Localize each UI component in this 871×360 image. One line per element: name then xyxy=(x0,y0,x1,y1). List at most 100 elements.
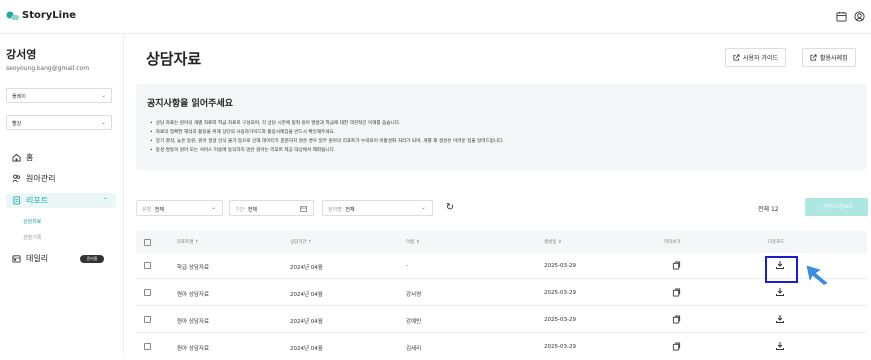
notice-item: 장기 결석, 늦은 등원, 원아 얼굴 인식 불가 등으로 인해 데이터가 충분… xyxy=(150,137,504,146)
cell-name: 강서영 xyxy=(406,292,422,298)
preview-icon[interactable] xyxy=(672,342,681,351)
sort-icon: ⇕ xyxy=(415,240,420,245)
nav-report-label: 리포트 xyxy=(26,196,49,205)
download-icon: ⤓ xyxy=(819,204,823,210)
nav-daily-label: 데일리 xyxy=(26,254,49,263)
row-checkbox[interactable] xyxy=(144,289,151,296)
calendar-icon[interactable] xyxy=(836,11,847,22)
people-icon xyxy=(12,174,21,183)
refresh-icon[interactable]: ↻ xyxy=(442,200,458,216)
cell-created: 2025-03-29 xyxy=(544,344,576,350)
cell-period: 2024년 04월 xyxy=(290,292,323,298)
class-select[interactable]: 플레이 ⌄ xyxy=(6,88,112,103)
download-icon[interactable] xyxy=(775,314,785,324)
period-filter[interactable]: 기간 전체 xyxy=(229,200,314,216)
table-header: 리포트명 ↑ 상담기간 ↑ 이름 ⇕ 생성일 ⇕ 미리보기 다운로드 xyxy=(136,231,867,253)
header-preview: 미리보기 xyxy=(664,240,681,245)
user-name: 강서영 xyxy=(6,48,37,61)
cell-type: 원아 상담자료 xyxy=(177,292,210,298)
download-selected-button[interactable]: ⤓ 선택 다운로드 xyxy=(805,198,868,216)
download-highlight xyxy=(765,256,798,283)
sub-nav-consult[interactable]: 상담자료 xyxy=(23,218,41,225)
notice-box: 공지사항을 읽어주세요 상담 자료는 원아의 개별 자료와 학급 자료로 구성되… xyxy=(136,84,867,170)
cell-name: - xyxy=(406,263,408,269)
user-guide-button[interactable]: 사용자 가이드 xyxy=(725,48,787,67)
select-all-checkbox[interactable] xyxy=(144,239,151,246)
top-bar: StoryLine xyxy=(0,0,871,34)
chevron-up-icon: ⌃ xyxy=(102,197,108,204)
type-filter-value: 전체 xyxy=(154,207,164,213)
class-select-value: 플레이 xyxy=(12,94,26,100)
usecase-label: 활용사례집 xyxy=(820,55,848,62)
preview-icon[interactable] xyxy=(672,261,681,270)
notice-item: 자료의 정확한 해석과 활용을 위해 상단의 사용자가이드와 활용사례집을 반드… xyxy=(150,128,504,137)
cell-created: 2025-03-29 xyxy=(544,290,576,296)
child-filter-label: 원아명 xyxy=(328,207,342,213)
logo-icon xyxy=(6,11,19,20)
download-selected-label: 선택 다운로드 xyxy=(823,204,853,210)
chevron-down-icon: ⌄ xyxy=(100,92,106,99)
nav-children-label: 원아관리 xyxy=(26,174,56,183)
main-content: 상담자료 사용자 가이드 활용사례집 공지사항을 읽어주세요 상담 자료는 원아… xyxy=(125,34,871,357)
cell-period: 2024년 04월 xyxy=(290,265,323,271)
download-icon[interactable] xyxy=(775,341,785,351)
account-icon[interactable] xyxy=(854,11,865,22)
table-row: 원아 상담자료 2024년 04월 강서영 2025-03-29 xyxy=(136,280,867,306)
period-filter-label: 기간 xyxy=(235,207,245,213)
cell-type: 학급 상담자료 xyxy=(177,265,210,271)
nav-home[interactable]: 홈 xyxy=(6,150,116,165)
nav-report[interactable]: 리포트 ⌃ xyxy=(6,193,116,208)
header-period[interactable]: 상담기간 ↑ xyxy=(290,239,312,245)
child-filter[interactable]: 원아명 전체 ⌄ xyxy=(322,200,433,216)
document-icon xyxy=(13,196,21,205)
type-filter-label: 유형 xyxy=(142,207,152,213)
table-row: 원아 상담자료 2024년 04월 강예빈 2025-03-29 xyxy=(136,307,867,333)
external-link-icon xyxy=(810,54,817,61)
table-row: 학급 상담자료 2024년 04월 - 2025-03-29 xyxy=(136,253,867,279)
notice-list: 상담 자료는 원아의 개별 자료와 학급 자료로 구성되며, 각 상담 시즌에 … xyxy=(150,119,504,155)
preview-icon[interactable] xyxy=(672,288,681,297)
usecase-button[interactable]: 활용사례집 xyxy=(802,48,856,67)
logo[interactable]: StoryLine xyxy=(6,10,76,21)
user-email: seoyoung.kang@gmail.com xyxy=(6,65,90,72)
nav-home-label: 홈 xyxy=(26,153,34,162)
sort-icon: ↑ xyxy=(195,240,199,245)
sort-icon: ⇕ xyxy=(557,240,562,245)
daily-badge: 준비중 xyxy=(80,255,104,263)
cell-created: 2025-03-29 xyxy=(544,317,576,323)
page-title: 상담자료 xyxy=(146,50,202,68)
download-icon[interactable] xyxy=(775,287,785,297)
header-download: 다운로드 xyxy=(768,240,785,245)
header-report-type[interactable]: 리포트명 ↑ xyxy=(177,239,199,245)
external-link-icon xyxy=(733,54,740,61)
child-filter-value: 전체 xyxy=(345,207,355,213)
group-select[interactable]: 빨강 ⌄ xyxy=(6,115,112,130)
sort-icon: ↑ xyxy=(308,240,312,245)
row-checkbox[interactable] xyxy=(144,343,151,350)
notice-item: 상담 자료는 원아의 개별 자료와 학급 자료로 구성되며, 각 상담 시즌에 … xyxy=(150,119,504,128)
logo-text: StoryLine xyxy=(22,10,77,21)
cell-created: 2025-03-29 xyxy=(544,263,576,269)
nav-children[interactable]: 원아관리 xyxy=(6,171,116,186)
home-icon xyxy=(12,153,21,162)
cell-period: 2024년 04월 xyxy=(290,346,323,352)
chevron-down-icon: ⌄ xyxy=(210,204,216,211)
preview-icon[interactable] xyxy=(672,315,681,324)
type-filter[interactable]: 유형 전체 ⌄ xyxy=(136,200,223,216)
cell-type: 원아 상담자료 xyxy=(177,346,210,352)
notice-title: 공지사항을 읽어주세요 xyxy=(147,99,233,109)
cell-name: 김세리 xyxy=(406,346,422,352)
chevron-down-icon: ⌄ xyxy=(100,119,106,126)
period-filter-value: 전체 xyxy=(247,207,257,213)
row-checkbox[interactable] xyxy=(144,316,151,323)
user-guide-label: 사용자 가이드 xyxy=(743,55,779,62)
header-created[interactable]: 생성일 ⇕ xyxy=(544,239,562,245)
table-row: 원아 상담자료 2024년 04월 김세리 2025-03-29 xyxy=(136,334,867,360)
sub-nav-observe[interactable]: 관찰기록 xyxy=(23,234,41,241)
cell-period: 2024년 04월 xyxy=(290,319,323,325)
header-name[interactable]: 이름 ⇕ xyxy=(406,239,420,245)
row-checkbox[interactable] xyxy=(144,262,151,269)
calendar-icon xyxy=(12,255,21,263)
calendar-icon xyxy=(300,205,307,212)
notice-item: 동성 쌍둥이 원아 또는 서비스 이용에 동의하지 않은 원아는 리포트 제공 … xyxy=(150,146,504,155)
